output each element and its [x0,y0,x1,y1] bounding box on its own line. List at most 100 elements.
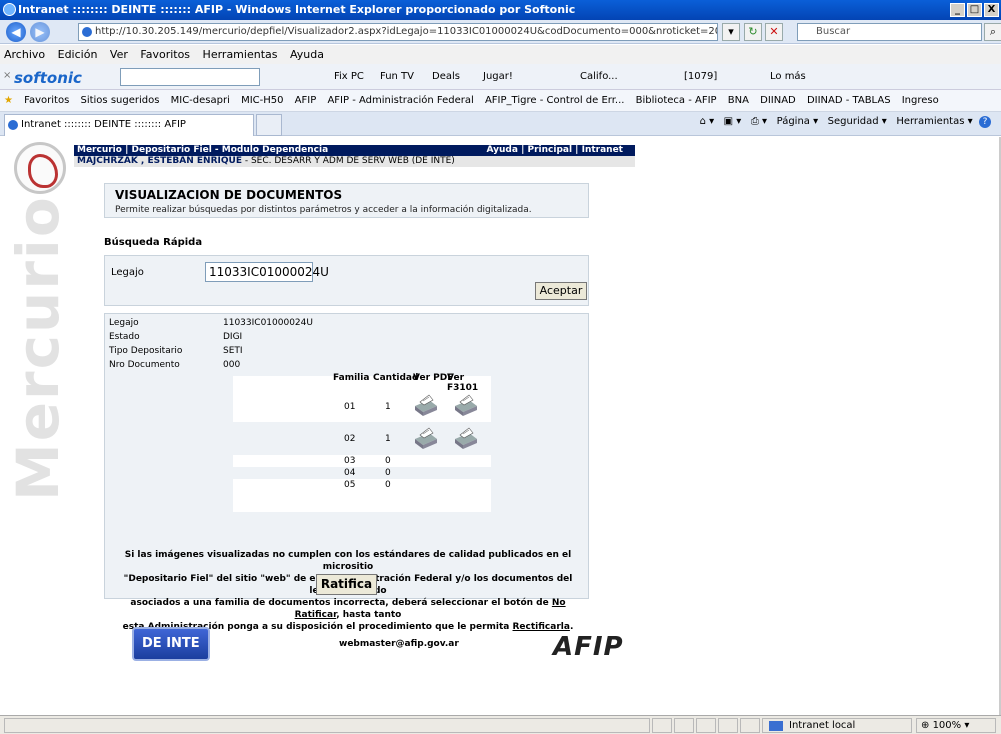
familia-cell: 01 [344,402,356,412]
favorites-button[interactable]: Favoritos [24,95,69,106]
status-segment [696,718,716,733]
zone-indicator[interactable]: Intranet local [762,718,912,733]
table-row: 05 0 [233,479,491,491]
close-window-button[interactable]: X [984,3,999,17]
webmaster-email[interactable]: webmaster@afip.gov.ar [339,639,459,649]
toolbar-search-input[interactable] [120,68,260,86]
url-dropdown-button[interactable]: ▾ [722,23,740,41]
minimize-button[interactable]: _ [950,3,965,17]
field-label: Estado [109,332,140,342]
tab-bar: Intranet :::::::: DEINTE :::::::: AFIP ⌂… [0,112,1001,136]
notice-line: Si las imágenes visualizadas no cumplen … [124,550,572,572]
view-pdf-printer-icon[interactable] [411,425,439,451]
familia-cell: 05 [344,480,356,490]
menu-archivo[interactable]: Archivo [4,48,45,61]
toolbar-lo-mas[interactable]: Lo más [770,71,806,82]
toolbar-mail-count[interactable]: [1079] [684,71,717,82]
softonic-toolbar: × softonic Fix PC Fun TV Deals Jugar! Ca… [0,64,1001,90]
toolbar-weather[interactable]: Califo... [580,71,618,82]
field-value: 000 [223,360,241,370]
fav-sitios-sugeridos[interactable]: Sitios sugeridos [80,95,159,106]
search-placeholder: Buscar [816,26,851,37]
legajo-input[interactable]: 11033IC01000024U [205,262,329,282]
menu-ayuda[interactable]: Ayuda [290,48,324,61]
notice-line: . [569,622,574,632]
forward-button[interactable]: ▶ [30,22,50,42]
fav-afip-tigre[interactable]: AFIP_Tigre - Control de Err... [485,95,625,106]
cmd-pagina[interactable]: Página [777,116,810,127]
new-tab-button[interactable] [256,114,282,136]
quick-search-title: Búsqueda Rápida [104,237,203,248]
field-value: 11033IC01000024U [223,318,313,328]
fav-diinad-tablas[interactable]: DIINAD - TABLAS [807,95,891,106]
window-title: Intranet :::::::: DEINTE ::::::: AFIP - … [18,3,576,16]
rectificarla-link[interactable]: Rectificarla [513,622,570,632]
legajo-label: Legajo [111,267,144,278]
quick-search-box: Legajo 11033IC01000024U Aceptar [104,255,589,306]
zoom-icon: ⊕ [921,720,933,731]
tab-intranet[interactable]: Intranet :::::::: DEINTE :::::::: AFIP [4,114,254,136]
back-button[interactable]: ◀ [6,22,26,42]
view-f3101-printer-icon[interactable] [451,425,479,451]
toolbar-deals[interactable]: Deals [432,71,460,82]
search-input[interactable]: Buscar [797,23,982,41]
breadcrumb: Mercurio | Depositario Fiel - Modulo Dep… [77,145,329,155]
close-toolbar-icon[interactable]: × [3,70,11,81]
aceptar-button[interactable]: Aceptar [535,282,587,300]
zoom-control[interactable]: ⊕ 100% ▾ [916,718,996,733]
help-icon[interactable]: ? [979,116,991,128]
view-pdf-printer-icon[interactable] [411,392,439,418]
toolbar-fun-tv[interactable]: Fun TV [380,71,414,82]
menu-herramientas[interactable]: Herramientas [203,48,278,61]
cmd-herramientas[interactable]: Herramientas [896,116,964,127]
refresh-icon[interactable]: ↻ [744,23,762,41]
table-row: 01 1 [233,388,491,422]
fav-afip-admin[interactable]: AFIP - Administración Federal [327,95,473,106]
cantidad-cell: 0 [385,456,391,466]
menu-ver[interactable]: Ver [110,48,128,61]
fav-biblioteca[interactable]: Biblioteca - AFIP [636,95,717,106]
toolbar-fix-pc[interactable]: Fix PC [334,71,364,82]
field-label: Nro Documento [109,360,180,370]
address-bar: ◀ ▶ http://10.30.205.149/mercurio/depfie… [0,20,1001,44]
softonic-logo[interactable]: softonic [14,69,82,87]
menu-edicion[interactable]: Edición [58,48,98,61]
maximize-button[interactable]: □ [967,3,982,17]
zone-label: Intranet local [789,720,856,731]
status-bar: Intranet local ⊕ 100% ▾ [0,715,1001,734]
notice-line: asociados a una familia de documentos in… [130,598,549,608]
family-table: Familia Cantidad Ver PDF Ver F3101 01 1 … [233,373,491,512]
col-cantidad: Cantidad [373,373,419,383]
intro-box: VISUALIZACION DE DOCUMENTOS Permite real… [104,183,589,218]
home-icon[interactable]: ⌂ ▾ [700,116,715,127]
intranet-zone-icon [769,721,783,731]
fav-mic-desapri[interactable]: MIC-desapri [171,95,230,106]
view-f3101-printer-icon[interactable] [451,392,479,418]
header-links[interactable]: Ayuda | Principal | Intranet [487,145,623,156]
deinte-logo: DE INTE [132,627,210,661]
page-subtitle: Permite realizar búsquedas por distintos… [115,205,532,215]
familia-cell: 04 [344,468,356,478]
menu-bar: Archivo Edición Ver Favoritos Herramient… [0,45,1001,64]
familia-cell: 03 [344,456,356,466]
status-segment [652,718,672,733]
ratifica-button[interactable]: Ratifica [316,574,377,595]
menu-favoritos[interactable]: Favoritos [140,48,190,61]
fav-afip[interactable]: AFIP [295,95,317,106]
search-icon[interactable]: ⌕ [984,23,1001,41]
url-field[interactable]: http://10.30.205.149/mercurio/depfiel/Vi… [78,23,718,41]
toolbar-jugar[interactable]: Jugar! [483,71,513,82]
stop-icon[interactable]: ✕ [765,23,783,41]
cantidad-cell: 1 [385,402,391,412]
fav-ingreso[interactable]: Ingreso [902,95,939,106]
table-row: 02 1 [233,422,491,455]
cmd-seguridad[interactable]: Seguridad [828,116,879,127]
page-title: VISUALIZACION DE DOCUMENTOS [115,188,343,202]
feeds-icon[interactable]: ▣ ▾ [724,116,742,127]
fav-mic-h50[interactable]: MIC-H50 [241,95,283,106]
user-dept: - SEC. DESARR Y ADM DE SERV WEB (DE INTE… [244,156,455,166]
fav-diinad[interactable]: DIINAD [760,95,796,106]
user-bar: MAJCHRZAK , ESTEBAN ENRIQUE - SEC. DESAR… [74,156,635,167]
print-icon[interactable]: ⎙ ▾ [751,116,767,127]
fav-bna[interactable]: BNA [728,95,749,106]
